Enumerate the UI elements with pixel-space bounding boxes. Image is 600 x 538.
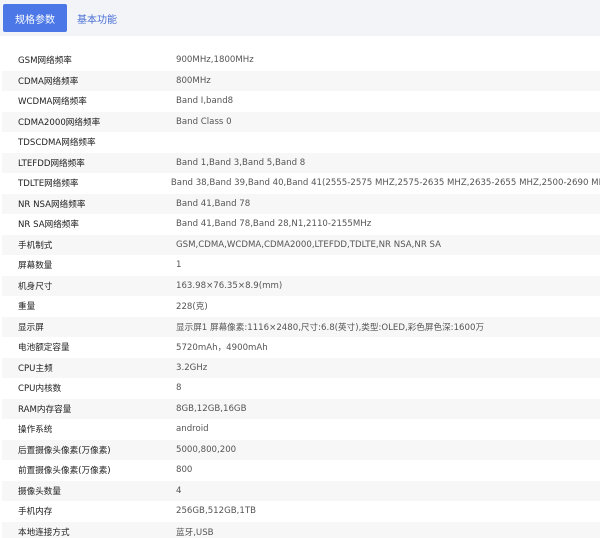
spec-value: 228(克) [176, 302, 208, 313]
spec-row: TDLTE网络频率 Band 38,Band 39,Band 40,Band 41… [2, 173, 600, 194]
spec-row: 操作系统 android [2, 419, 600, 440]
spec-table: GSM网络频率 900MHz,1800MHz CDMA网络频率 800MHz WCDMA… [0, 50, 600, 538]
spec-row: 手机制式 GSM,CDMA,WCDMA,CDMA2000,LTEFDD,TDLTE… [2, 234, 600, 255]
spec-value: Band 41,Band 78 [176, 198, 251, 209]
spec-label: NR NSA网络频率 [18, 199, 86, 210]
spec-row: 后置摄像头像素(万像素) 5000,800,200 [2, 439, 600, 460]
spec-value: 蓝牙,USB [176, 527, 214, 538]
spec-row: WCDMA网络频率 Band Ⅰ,band8 [2, 91, 600, 112]
spec-row: 屏幕数量 1 [2, 255, 600, 276]
spec-row: CDMA网络频率 800MHz [2, 70, 600, 91]
spec-value: android [176, 424, 209, 435]
spec-label: 本地连接方式 [18, 527, 70, 538]
spec-value: 显示屏1 屏幕像素:1116×2480,尺寸:6.8(英寸),类型:OLED,彩… [176, 322, 485, 333]
spec-value: 5000,800,200 [176, 444, 237, 455]
spec-row: LTEFDD网络频率 Band 1,Band 3,Band 5,Band 8 [2, 152, 600, 173]
spec-row: CDMA2000网络频率 Band Class 0 [2, 111, 600, 132]
spec-label: TDSCDMA网络频率 [18, 138, 96, 149]
spec-label: 摄像头数量 [18, 486, 61, 497]
spec-value: Band 41,Band 78,Band 28,N1,2110-2155MHz [176, 219, 372, 230]
spec-value: Band Class 0 [176, 116, 232, 127]
spec-label: 操作系统 [18, 425, 53, 436]
spec-row: NR NSA网络频率 Band 41,Band 78 [2, 193, 600, 214]
spec-label: NR SA网络频率 [18, 220, 79, 231]
spec-label: 重量 [18, 302, 36, 313]
spec-value: GSM,CDMA,WCDMA,CDMA2000,LTEFDD,TDLTE,NR … [176, 239, 442, 250]
spec-value: 1 [176, 260, 182, 271]
spec-row: 显示屏 显示屏1 屏幕像素:1116×2480,尺寸:6.8(英寸),类型:OLE… [2, 316, 600, 337]
spec-row: 手机内存 256GB,512GB,1TB [2, 501, 600, 522]
spec-row: 电池额定容量 5720mAh，4900mAh [2, 337, 600, 358]
spec-row: 重量 228(克) [2, 296, 600, 317]
spec-row: CPU内核数 8 [2, 378, 600, 399]
spec-label: LTEFDD网络频率 [18, 158, 85, 169]
spec-row: RAM内存容量 8GB,12GB,16GB [2, 398, 600, 419]
spec-label: CPU主频 [18, 363, 53, 374]
spec-row: CPU主频 3.2GHz [2, 357, 600, 378]
spec-value: 900MHz,1800MHz [176, 55, 254, 66]
spec-label: 手机制式 [18, 240, 53, 251]
spec-value: 5720mAh，4900mAh [176, 343, 268, 354]
spec-value: 8 [176, 383, 182, 394]
spec-value: 163.98×76.35×8.9(mm) [176, 280, 283, 291]
spec-label: 手机内存 [18, 507, 53, 518]
spec-value: 800MHz [176, 75, 211, 86]
spec-value: Band Ⅰ,band8 [176, 96, 234, 107]
spec-value: 8GB,12GB,16GB [176, 403, 247, 414]
spec-label: WCDMA网络频率 [18, 97, 87, 108]
spec-label: TDLTE网络频率 [18, 179, 79, 190]
spec-label: CDMA网络频率 [18, 76, 79, 87]
spec-row: TDSCDMA网络频率 [2, 132, 600, 153]
spec-label: 后置摄像头像素(万像素) [18, 445, 111, 456]
tab-bar: 规格参数 基本功能 [0, 0, 600, 36]
spec-label: 显示屏 [18, 322, 44, 333]
spec-label: GSM网络频率 [18, 56, 72, 67]
spec-label: CPU内核数 [18, 384, 62, 395]
spec-value: 800 [176, 465, 193, 476]
spec-row: 本地连接方式 蓝牙,USB [2, 521, 600, 538]
spec-value: Band 1,Band 3,Band 5,Band 8 [176, 157, 306, 168]
spec-label: 电池额定容量 [18, 343, 70, 354]
spec-label: RAM内存容量 [18, 404, 72, 415]
spec-row: NR SA网络频率 Band 41,Band 78,Band 28,N1,2110… [2, 214, 600, 235]
spec-label: 前置摄像头像素(万像素) [18, 466, 111, 477]
spec-row: 机身尺寸 163.98×76.35×8.9(mm) [2, 275, 600, 296]
spec-label: CDMA2000网络频率 [18, 117, 101, 128]
spec-value: 3.2GHz [176, 362, 208, 373]
tab-basic-features[interactable]: 基本功能 [67, 3, 127, 33]
spec-row: 摄像头数量 4 [2, 480, 600, 501]
spec-label: 屏幕数量 [18, 261, 53, 272]
spec-label: 机身尺寸 [18, 281, 53, 292]
spec-row: 前置摄像头像素(万像素) 800 [2, 460, 600, 481]
spec-value: 4 [176, 485, 182, 496]
spec-value: 256GB,512GB,1TB [176, 506, 256, 517]
spec-value: Band 38,Band 39,Band 40,Band 41(2555-257… [170, 178, 600, 189]
spec-row: GSM网络频率 900MHz,1800MHz [2, 50, 600, 71]
tab-specifications[interactable]: 规格参数 [3, 4, 67, 32]
